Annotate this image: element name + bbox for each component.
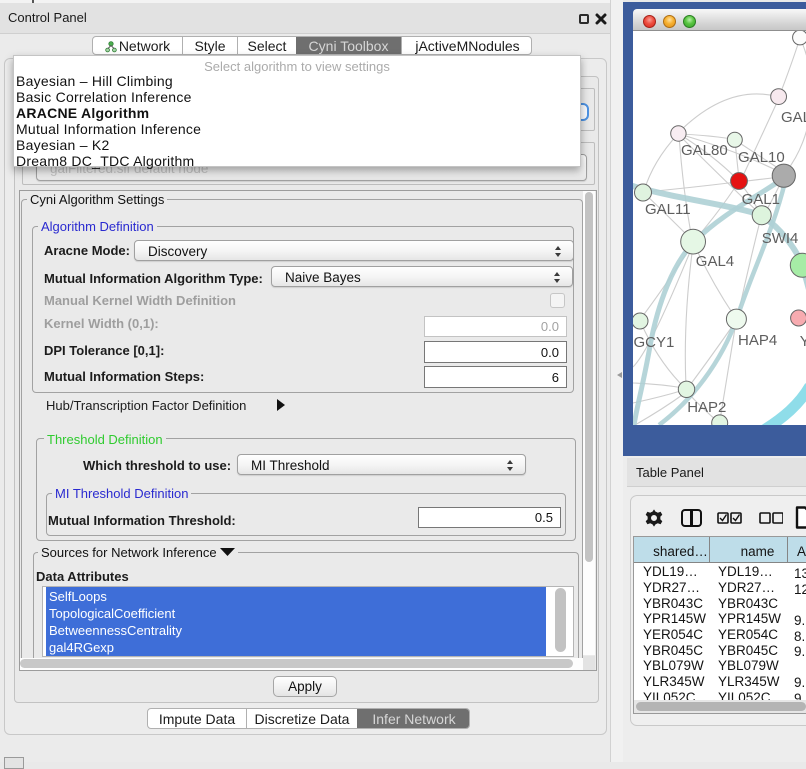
svg-text:GAL4: GAL4 xyxy=(696,253,734,270)
svg-text:GAL: GAL xyxy=(781,109,806,126)
svg-text:GAL10: GAL10 xyxy=(738,149,785,166)
svg-text:SWI4: SWI4 xyxy=(762,230,799,247)
svg-text:HAP4: HAP4 xyxy=(738,332,777,349)
svg-text:Y: Y xyxy=(800,333,806,350)
svg-text:HAP2: HAP2 xyxy=(687,399,726,416)
svg-text:GCY1: GCY1 xyxy=(634,334,675,351)
svg-text:GAL11: GAL11 xyxy=(645,201,691,218)
svg-text:GAL1: GAL1 xyxy=(742,191,780,208)
svg-text:GAL80: GAL80 xyxy=(681,142,728,159)
